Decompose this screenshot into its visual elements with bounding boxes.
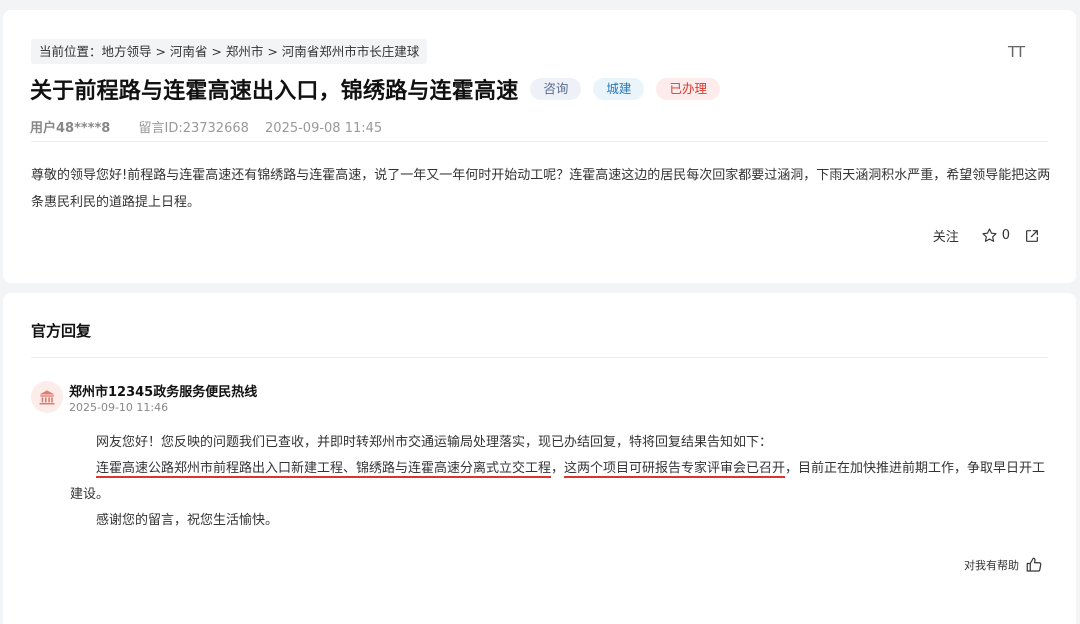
- avatar: [31, 381, 63, 413]
- breadcrumb[interactable]: 当前位置：地方领导 > 河南省 > 郑州市 > 河南省郑州市市长庄建球: [31, 39, 428, 64]
- divider: [31, 141, 1048, 142]
- highlighted-text: 连霍高速公路郑州市前程路出入口新建工程、锦绣路与连霍高速分离式立交工程: [96, 461, 552, 476]
- user-name: 用户48****8: [30, 121, 111, 136]
- reply-time: 2025-09-10 11:46: [69, 401, 169, 414]
- helpful-label: 对我有帮助: [964, 559, 1019, 572]
- post-content: 尊敬的领导您好!前程路与连霍高速还有锦绣路与连霍高速，说了一年又一年何时开始动工…: [31, 168, 1051, 210]
- star-button[interactable]: 0: [981, 227, 1010, 244]
- post-actions: 关注 0: [933, 226, 1040, 245]
- government-building-icon: [39, 390, 55, 405]
- post-time: 2025-09-08 11:45: [265, 121, 383, 136]
- title-row: 关于前程路与连霍高速出入口，锦绣路与连霍高速 咨询 城建 已办理: [30, 73, 720, 105]
- reply-paragraph: 感谢您的留言，祝您生活愉快。: [96, 513, 279, 528]
- status-badge: 已办理: [656, 78, 720, 100]
- highlighted-text: 这两个项目可研报告专家评审会已召开: [564, 461, 786, 476]
- star-count: 0: [1001, 228, 1010, 243]
- font-size-icon[interactable]: TT: [1008, 43, 1025, 61]
- thumbs-up-icon: [1026, 557, 1042, 572]
- tag-city: 城建: [593, 78, 645, 100]
- share-button[interactable]: [1024, 228, 1040, 244]
- reply-paragraph: 网友您好！您反映的问题我们已查收，并即时转郑州市交通运输局处理落实，现已办结回复…: [96, 435, 773, 450]
- post-card: 当前位置：地方领导 > 河南省 > 郑州市 > 河南省郑州市市长庄建球 TT 关…: [3, 10, 1076, 283]
- star-icon: [982, 228, 997, 242]
- follow-button[interactable]: 关注: [933, 226, 959, 245]
- reply-text: ，: [551, 461, 565, 476]
- page-title: 关于前程路与连霍高速出入口，锦绣路与连霍高速: [30, 79, 519, 104]
- reply-org-name: 郑州市12345政务服务便民热线: [69, 385, 258, 400]
- message-id: 留言ID:23732668: [138, 121, 249, 136]
- helpful-button[interactable]: 对我有帮助: [964, 556, 1043, 574]
- share-icon: [1026, 229, 1038, 242]
- reply-body: 网友您好！您反映的问题我们已查收，并即时转郑州市交通运输局处理落实，现已办结回复…: [70, 430, 1053, 534]
- reply-card: 官方回复 郑州市12345政务服务便民热线 2025-09-10 11:46 网…: [3, 293, 1076, 624]
- reply-section-title: 官方回复: [31, 322, 92, 340]
- divider: [31, 357, 1048, 358]
- tag-consult: 咨询: [530, 78, 582, 100]
- reply-paragraph: 连霍高速公路郑州市前程路出入口新建工程、锦绣路与连霍高速分离式立交工程，这两个项…: [70, 456, 1053, 508]
- post-meta: 用户48****8 留言ID:23732668 2025-09-08 11:45: [30, 117, 382, 136]
